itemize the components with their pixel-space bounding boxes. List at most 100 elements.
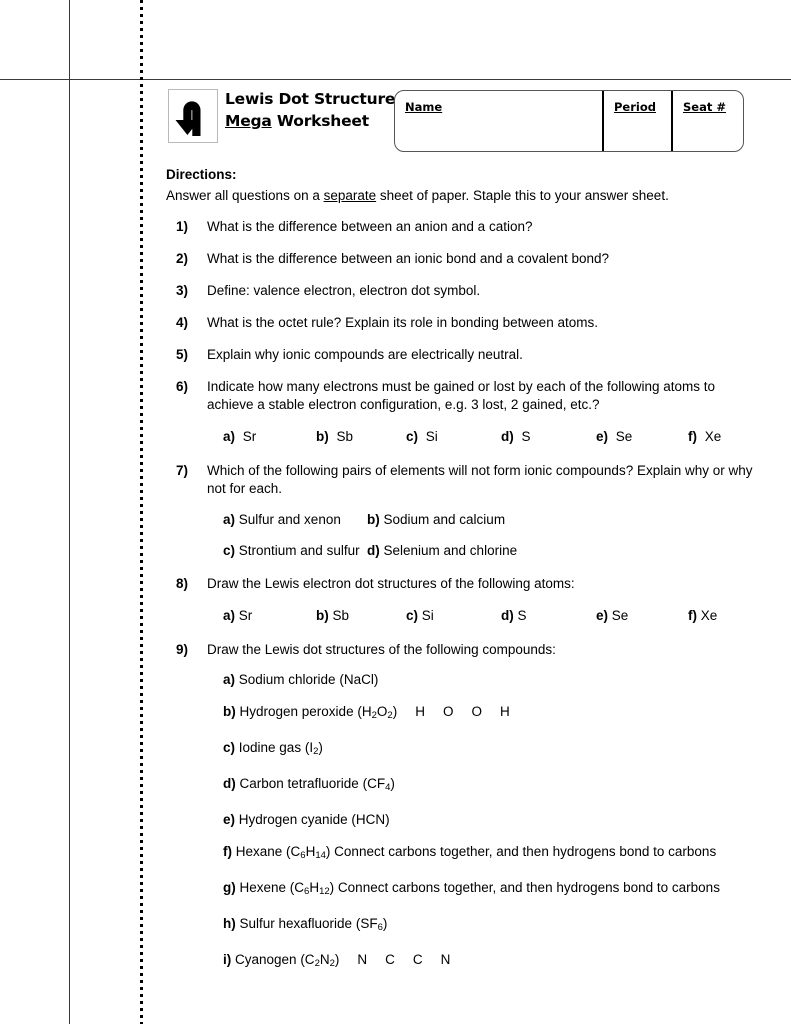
pair-choice-group: a) Sulfur and xenon b) Sodium and calcium… <box>207 511 756 561</box>
worksheet-header: Lewis Dot Structure Mega Worksheet Name … <box>168 88 746 160</box>
pair-text: Selenium and chlorine <box>379 543 518 558</box>
atom-symbol: N <box>357 952 368 967</box>
choice-label: c) <box>406 429 419 444</box>
element-choice: b) Sb <box>316 428 353 446</box>
title-emphasis: Mega <box>225 112 272 130</box>
question-text: What is the difference between an ionic … <box>207 251 610 266</box>
seat-field[interactable]: Seat # <box>671 91 743 151</box>
element-symbol: Sr <box>235 608 253 623</box>
element-symbol: S <box>517 429 531 444</box>
question-number: 6) <box>176 379 189 394</box>
element-choice: a) Sr <box>223 428 256 446</box>
question-item: 1) What is the difference between an anio… <box>166 218 756 236</box>
atom-symbol: H <box>499 704 510 719</box>
compound-item: h) Sulfur hexafluoride (SF6) <box>207 915 756 937</box>
question-item: 6) Indicate how many electrons must be ga… <box>166 378 756 448</box>
atom-symbol: N <box>440 952 451 967</box>
pair-text: Sodium and calcium <box>379 512 506 527</box>
compound-list: a) Sodium chloride (NaCl) b) Hydrogen per… <box>207 671 756 973</box>
question-text: Draw the Lewis dot structures of the fol… <box>207 642 556 657</box>
element-symbol: Si <box>422 429 438 444</box>
name-field[interactable]: Name <box>395 91 602 151</box>
worksheet-page: Lewis Dot Structure Mega Worksheet Name … <box>0 0 791 1024</box>
element-choice: c) Si <box>406 607 434 625</box>
compound-name: Iodine gas <box>235 740 305 755</box>
element-choice: b) Sb <box>316 607 349 625</box>
question-item: 2) What is the difference between an ioni… <box>166 250 756 268</box>
choice-label: b) <box>223 704 236 719</box>
name-label: Name <box>405 100 443 114</box>
choice-label: c) <box>223 543 236 558</box>
formula-subscript: 12 <box>319 886 330 897</box>
choice-label: a) <box>223 608 236 623</box>
question-number: 5) <box>176 347 189 362</box>
compound-item: d) Carbon tetrafluoride (CF4) <box>207 775 756 797</box>
pair-choice: c) Strontium and sulfur <box>223 542 360 560</box>
compound-formula: (CF4) <box>362 776 395 793</box>
compound-name: Sodium chloride <box>235 672 340 687</box>
compound-formula: (SF6) <box>355 916 388 933</box>
top-margin-rule <box>0 79 791 80</box>
directions-text-after: sheet of paper. Staple this to your answ… <box>376 188 669 203</box>
directions-text-emphasis: separate <box>323 188 377 203</box>
question-item: 5) Explain why ionic compounds are electr… <box>166 346 756 364</box>
element-choice: f) Xe <box>688 428 721 446</box>
directions-heading: Directions: <box>166 167 237 182</box>
question-text: Define: valence electron, electron dot s… <box>207 283 481 298</box>
compound-formula: (I2) <box>304 740 323 757</box>
question-text: Explain why ionic compounds are electric… <box>207 347 523 362</box>
question-item: 9) Draw the Lewis dot structures of the f… <box>166 641 756 973</box>
formula-subscript: 2 <box>371 710 377 721</box>
element-symbol: Xe <box>701 429 722 444</box>
question-number: 7) <box>176 463 189 478</box>
compound-item: f) Hexane (C6H14) Connect carbons togeth… <box>207 843 756 865</box>
formula-subscript: 2 <box>314 958 320 969</box>
element-choice: e) Se <box>596 607 628 625</box>
directions-text: Answer all questions on a separate sheet… <box>166 188 669 203</box>
atom-sequence: NCCN <box>339 952 450 967</box>
choice-label: d) <box>501 429 514 444</box>
compound-item: b) Hydrogen peroxide (H2O2) H O O H <box>207 703 756 725</box>
question-number: 9) <box>176 642 189 657</box>
compound-formula: (C6H12) <box>289 880 335 897</box>
question-number: 4) <box>176 315 189 330</box>
element-choice: f) Xe <box>688 607 717 625</box>
element-symbol: Sr <box>239 429 257 444</box>
pair-choice: a) Sulfur and xenon <box>223 511 341 529</box>
formula-subscript: 6 <box>377 922 383 933</box>
pair-choice: d) Selenium and chlorine <box>367 542 517 560</box>
element-choice: a) Sr <box>223 607 252 625</box>
element-choice: e) Se <box>596 428 632 446</box>
question-item: 7) Which of the following pairs of elemen… <box>166 462 756 561</box>
choice-label: b) <box>316 608 329 623</box>
compound-name: Cyanogen <box>231 952 301 967</box>
formula-subscript: 2 <box>329 958 335 969</box>
element-symbol: Xe <box>697 608 718 623</box>
compound-item: a) Sodium chloride (NaCl) <box>207 671 756 689</box>
element-symbol: Si <box>418 608 434 623</box>
atom-symbol: O <box>471 704 482 719</box>
element-choice: d) S <box>501 428 531 446</box>
choice-label: i) <box>223 952 232 967</box>
choice-label: a) <box>223 672 236 687</box>
title-line-2-rest: Worksheet <box>271 112 369 130</box>
compound-item: g) Hexene (C6H12) Connect carbons togeth… <box>207 879 756 901</box>
element-choice: d) S <box>501 607 527 625</box>
compound-instruction: Connect carbons together, and then hydro… <box>330 844 717 859</box>
element-choice-row: a) Sr b) Sb c) Si d) S e) Se f) Xe <box>207 607 756 627</box>
compound-item: i) Cyanogen (C2N2) N C C N <box>207 951 756 973</box>
period-label: Period <box>614 100 656 114</box>
atom-sequence: HOOH <box>397 704 510 719</box>
choice-label: b) <box>367 512 380 527</box>
choice-label: h) <box>223 916 236 931</box>
compound-item: e) Hydrogen cyanide (HCN) <box>207 811 756 829</box>
choice-label: d) <box>367 543 380 558</box>
atom-symbol: H <box>415 704 425 719</box>
dotted-cut-line <box>140 0 143 1024</box>
choice-label: f) <box>223 844 232 859</box>
period-field[interactable]: Period <box>602 91 671 151</box>
compound-name: Hexene <box>235 880 290 895</box>
element-symbol: Se <box>612 429 633 444</box>
compound-formula: (C2N2) <box>300 952 340 969</box>
question-item: 4) What is the octet rule? Explain its ro… <box>166 314 756 332</box>
